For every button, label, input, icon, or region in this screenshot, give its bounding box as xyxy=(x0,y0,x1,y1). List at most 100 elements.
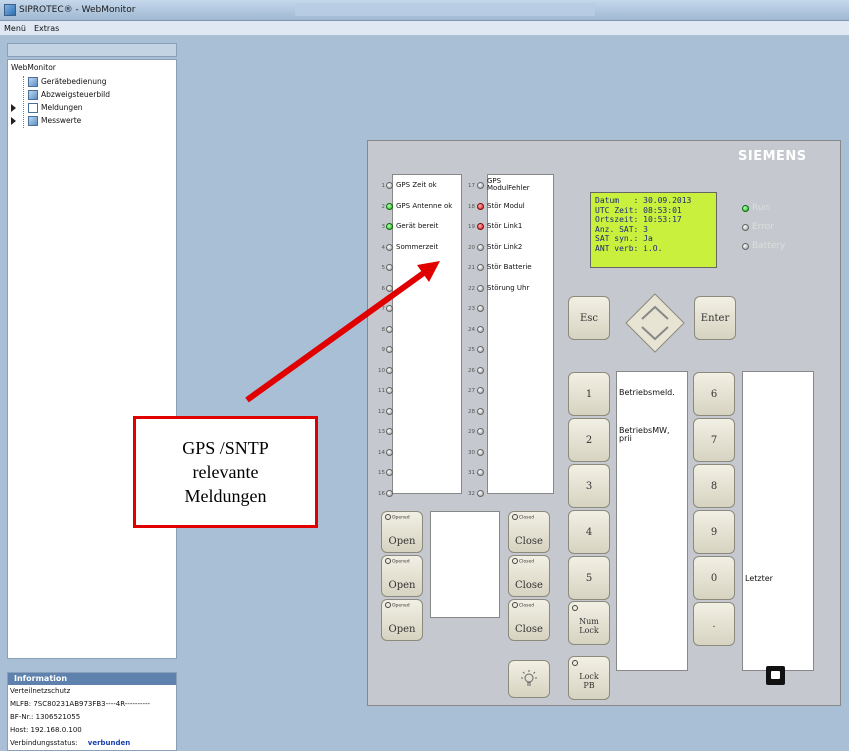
close-button[interactable]: Closed Close xyxy=(508,555,550,597)
tree-item-label: Meldungen xyxy=(41,103,83,112)
status-led xyxy=(742,205,749,212)
led-number: 15 xyxy=(378,470,385,476)
number-key[interactable]: 1 xyxy=(568,372,610,416)
status-led-label: Battery xyxy=(752,241,786,251)
led-number: 7 xyxy=(381,306,386,312)
led-number: 12 xyxy=(378,408,385,415)
led-label: Stör Modul xyxy=(487,201,525,210)
lcd-line: Anz. SAT: 3 xyxy=(595,224,648,234)
number-key[interactable]: 5 xyxy=(568,556,610,600)
messages-icon xyxy=(28,103,38,113)
led-label: GPS Zeit ok xyxy=(396,181,437,189)
navigation-pad[interactable] xyxy=(624,292,686,354)
number-key[interactable]: 8 xyxy=(693,464,735,508)
num-lock-led xyxy=(572,604,579,613)
led-indicator xyxy=(477,428,484,435)
led-indicator xyxy=(386,366,393,374)
led-number: 25 xyxy=(468,347,475,353)
number-key[interactable]: 2 xyxy=(568,418,610,462)
siemens-logo: SIEMENS xyxy=(738,149,807,164)
led-number: 32 xyxy=(468,490,475,497)
info-line: Host: 192.168.0.100 xyxy=(10,726,82,734)
lock-pb-label: Lock PB xyxy=(579,672,599,690)
opened-indicator: Opened xyxy=(385,602,410,609)
close-label: Close xyxy=(515,624,543,635)
function-label: Betriebsmeld. xyxy=(619,388,675,397)
led-indicator xyxy=(386,182,393,189)
closed-indicator: Closed xyxy=(512,558,534,565)
led-number: 4 xyxy=(381,244,386,251)
tree-header xyxy=(7,43,177,57)
num-lock-button[interactable]: Num Lock xyxy=(568,601,610,645)
led-number: 20 xyxy=(468,244,475,251)
led-label: Gerät bereit xyxy=(396,222,439,230)
open-button[interactable]: Opened Open xyxy=(381,599,423,641)
tree-item-meldungen[interactable]: Meldungen xyxy=(11,102,161,114)
lock-pb-button[interactable]: Lock PB xyxy=(568,656,610,700)
number-key[interactable]: 4 xyxy=(568,510,610,554)
annotation-callout: GPS /SNTP relevante Meldungen xyxy=(133,416,318,528)
lcd-line: SAT syn.: Ja xyxy=(595,234,653,244)
number-key[interactable]: . xyxy=(693,602,735,646)
lcd-display: Datum : 30.09.2013 UTC Zeit: 08:53:01 Or… xyxy=(590,192,717,268)
number-key[interactable]: 7 xyxy=(693,418,735,462)
led-number: 29 xyxy=(468,429,475,435)
led-indicator xyxy=(477,325,484,333)
led-indicator xyxy=(386,407,393,415)
led-number: 30 xyxy=(468,449,475,456)
led-number: 31 xyxy=(468,470,475,476)
number-key[interactable]: 6 xyxy=(693,372,735,416)
led-label: Störung Uhr xyxy=(487,283,530,292)
tree-item-messwerte[interactable]: Messwerte xyxy=(11,115,161,127)
menu-item-extras[interactable]: Extras xyxy=(34,24,59,33)
right-label-panel xyxy=(742,371,814,671)
function-label: BetriebsMW, prii xyxy=(619,426,670,443)
led-indicator xyxy=(477,366,484,374)
led-label: GPS Antenne ok xyxy=(396,201,453,210)
open-button[interactable]: Opened Open xyxy=(381,511,423,553)
number-key[interactable]: 3 xyxy=(568,464,610,508)
opened-indicator: Opened xyxy=(385,514,410,521)
closed-indicator: Closed xyxy=(512,514,534,521)
closed-indicator: Closed xyxy=(512,602,534,609)
opened-indicator: Opened xyxy=(385,558,410,565)
app-icon xyxy=(4,4,16,16)
device-operation-icon xyxy=(28,77,38,87)
open-button[interactable]: Opened Open xyxy=(381,555,423,597)
status-led xyxy=(742,224,749,231)
info-line: Verteilnetzschutz xyxy=(10,687,71,695)
led-number: 3 xyxy=(381,224,386,230)
led-indicator xyxy=(386,325,393,333)
led-indicator xyxy=(477,448,484,456)
led-indicator xyxy=(386,305,393,312)
led-number: 13 xyxy=(378,429,385,435)
number-key[interactable]: 9 xyxy=(693,510,735,554)
enter-button[interactable]: Enter xyxy=(694,296,736,340)
led-indicator xyxy=(386,346,393,353)
usb-port-icon xyxy=(766,666,785,685)
led-indicator xyxy=(386,243,393,251)
lcd-line: UTC Zeit: 08:53:01 xyxy=(595,205,682,215)
open-label: Open xyxy=(388,580,416,591)
num-lock-label: Num Lock xyxy=(579,617,599,635)
menu-item-menu[interactable]: Menü xyxy=(4,24,26,33)
number-key[interactable]: 0 xyxy=(693,556,735,600)
esc-button[interactable]: Esc xyxy=(568,296,610,340)
close-label: Close xyxy=(515,536,543,547)
led-indicator xyxy=(386,428,393,435)
info-line: BF-Nr.: 1306521055 xyxy=(10,713,81,721)
nav-diamond xyxy=(625,293,685,353)
led-number: 8 xyxy=(381,326,386,333)
close-button[interactable]: Closed Close xyxy=(508,599,550,641)
expand-arrow-icon[interactable] xyxy=(11,104,16,112)
close-button[interactable]: Closed Close xyxy=(508,511,550,553)
info-header: Information xyxy=(8,673,176,685)
led-number: 21 xyxy=(468,265,475,271)
connection-status: Verbindungsstatus: verbunden xyxy=(10,739,130,747)
expand-arrow-icon[interactable] xyxy=(11,117,16,125)
usb-label: USB xyxy=(768,653,781,660)
light-test-button[interactable] xyxy=(508,660,550,698)
lock-pb-led xyxy=(572,659,579,668)
tree-root[interactable]: WebMonitor xyxy=(11,63,56,75)
status-label: Verbindungsstatus: xyxy=(10,739,78,747)
